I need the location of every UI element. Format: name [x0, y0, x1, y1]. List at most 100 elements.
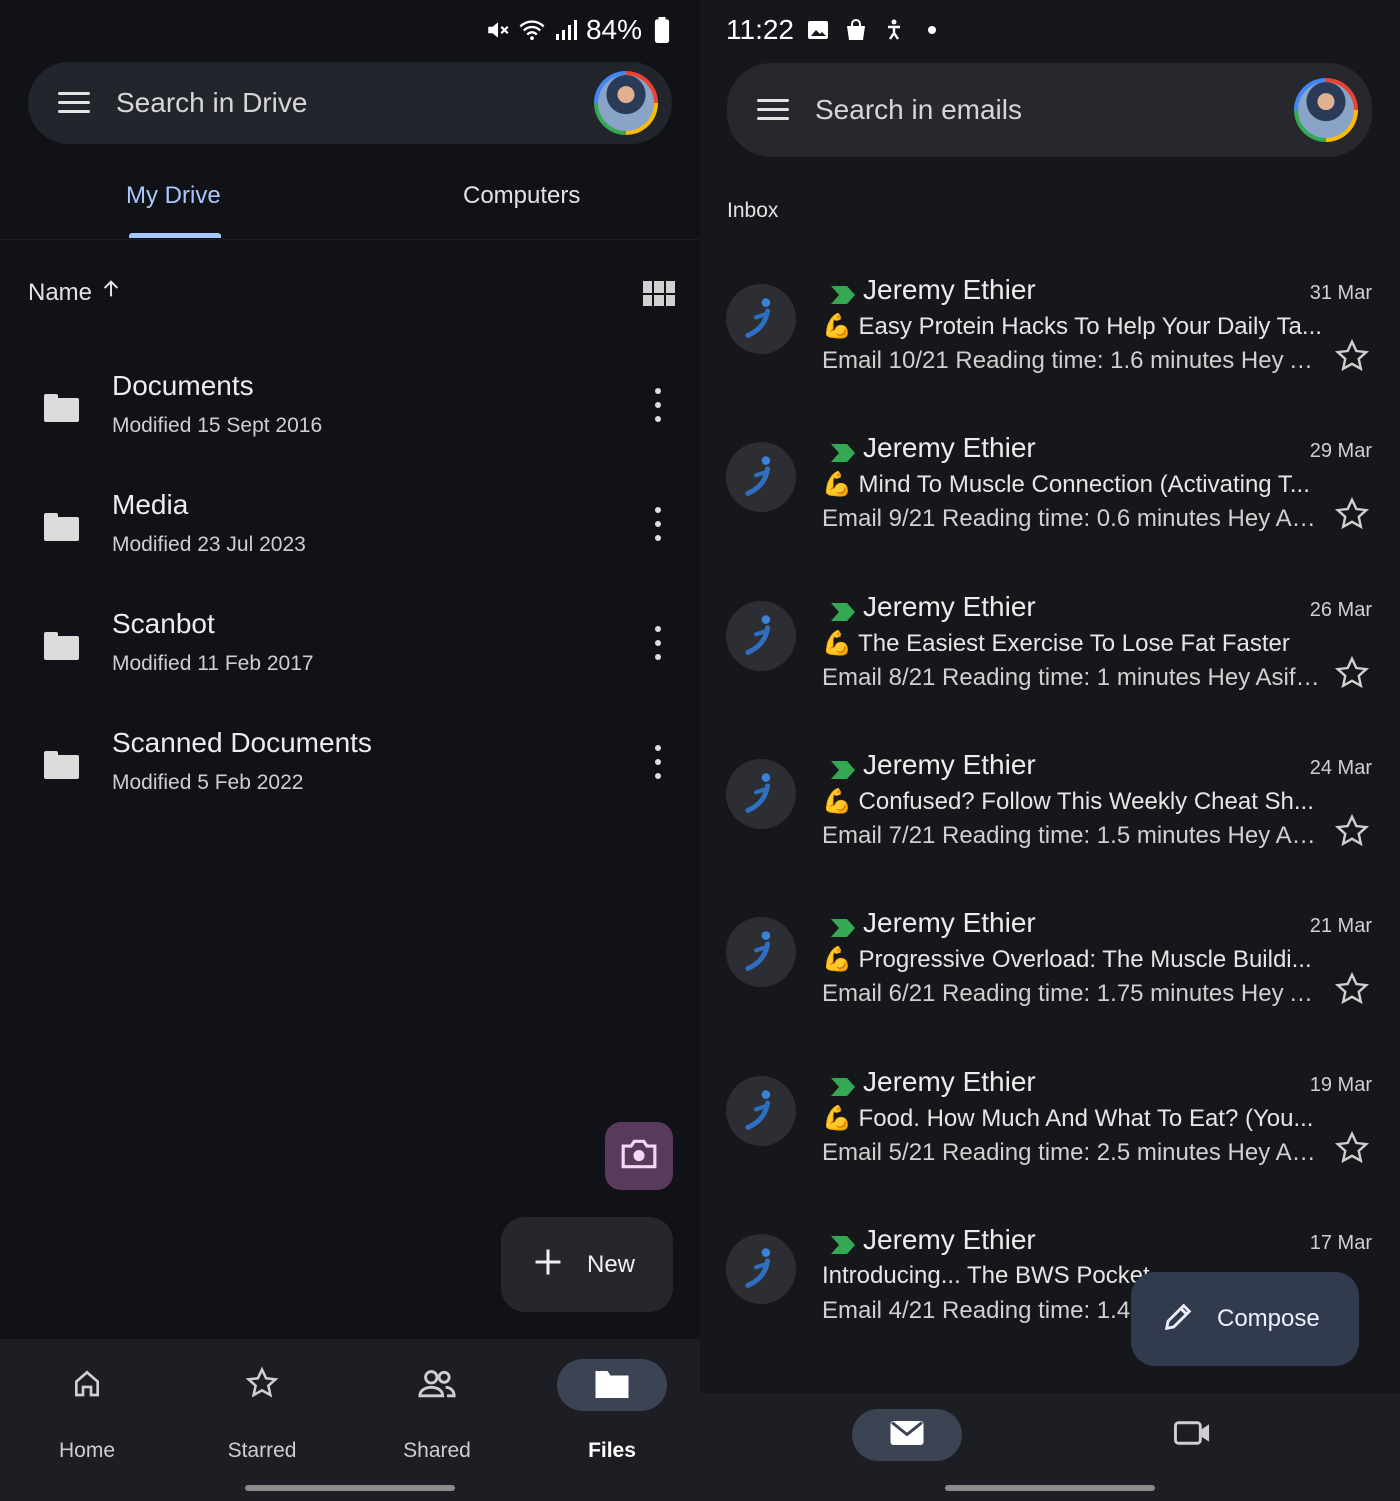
search-input[interactable]: Search in emails [815, 94, 1294, 126]
email-snippet: Email 7/21 Reading time: 1.5 minutes Hey… [822, 822, 1322, 849]
sender-avatar [726, 284, 796, 354]
email-sender: Jeremy Ethier [863, 907, 1036, 938]
sender-avatar [726, 1234, 796, 1304]
important-marker-icon[interactable] [830, 760, 856, 780]
folder-icon [44, 394, 79, 422]
nav-starred[interactable]: Starred [207, 1359, 317, 1463]
scan-camera-button[interactable] [605, 1122, 673, 1190]
important-marker-icon[interactable] [830, 443, 856, 463]
email-subject: 💪 Progressive Overload: The Muscle Build… [822, 946, 1312, 973]
sort-button[interactable]: Name [28, 278, 122, 307]
sender-avatar [726, 917, 796, 987]
nav-meet[interactable] [1138, 1409, 1248, 1461]
email-subject: 💪 Mind To Muscle Connection (Activating … [822, 471, 1310, 498]
email-sender: Jeremy Ethier [863, 432, 1036, 463]
image-icon [804, 16, 832, 44]
important-marker-icon[interactable] [830, 918, 856, 938]
email-subject: 💪 The Easiest Exercise To Lose Fat Faste… [822, 630, 1290, 657]
star-icon[interactable] [1334, 971, 1370, 1007]
file-name: Documents [112, 370, 254, 401]
bottom-navigation: Home Starred Shared Files [0, 1339, 700, 1501]
file-modified: Modified 11 Feb 2017 [112, 652, 314, 675]
file-name: Scanbot [112, 608, 215, 639]
file-row[interactable]: Media Modified 23 Jul 2023 [0, 489, 700, 589]
more-options-icon[interactable] [648, 388, 668, 422]
drive-search-bar[interactable]: Search in Drive [28, 62, 672, 144]
email-date: 26 Mar [1309, 599, 1372, 621]
sender-avatar [726, 759, 796, 829]
email-snippet: Email 10/21 Reading time: 1.6 minutes He… [822, 347, 1322, 374]
email-date: 21 Mar [1309, 915, 1372, 937]
gmail-search-bar[interactable]: Search in emails [727, 63, 1372, 157]
star-icon [245, 1366, 279, 1405]
nav-label: Shared [403, 1439, 471, 1462]
nav-home[interactable]: Home [32, 1359, 142, 1463]
important-marker-icon[interactable] [830, 602, 856, 622]
email-subject: 💪 Confused? Follow This Weekly Cheat Sh.… [822, 788, 1314, 815]
notification-dot-icon [918, 16, 946, 44]
inbox-label: Inbox [727, 199, 779, 222]
signal-icon [552, 16, 580, 44]
nav-label: Starred [227, 1439, 297, 1462]
email-snippet: Email 5/21 Reading time: 2.5 minutes Hey… [822, 1139, 1322, 1166]
status-bar: 84% [0, 0, 700, 62]
email-row[interactable]: Jeremy Ethier 19 Mar 💪 Food. How Much And … [700, 1064, 1400, 1222]
file-modified: Modified 15 Sept 2016 [112, 414, 323, 437]
drive-app: 84% Search in Drive My Drive Computers N… [0, 0, 700, 1501]
more-options-icon[interactable] [648, 626, 668, 660]
compose-button[interactable]: Compose [1131, 1272, 1359, 1366]
nav-files[interactable]: Files [557, 1359, 667, 1463]
sender-avatar [726, 1076, 796, 1146]
folder-icon [44, 513, 79, 541]
clock: 11:22 [726, 14, 794, 45]
account-avatar[interactable] [594, 71, 658, 135]
new-button[interactable]: New [501, 1217, 673, 1312]
video-camera-icon [1174, 1419, 1212, 1452]
email-sender: Jeremy Ethier [863, 1224, 1036, 1255]
camera-icon [620, 1138, 658, 1175]
tab-indicator [129, 233, 221, 238]
more-options-icon[interactable] [648, 745, 668, 779]
folder-icon [44, 751, 79, 779]
important-marker-icon[interactable] [830, 1235, 856, 1255]
sender-avatar [726, 442, 796, 512]
star-icon[interactable] [1334, 338, 1370, 374]
email-subject: 💪 Easy Protein Hacks To Help Your Daily … [822, 313, 1322, 340]
tab-my-drive[interactable]: My Drive [126, 182, 221, 210]
drive-tabs: My Drive Computers [0, 160, 700, 240]
more-options-icon[interactable] [648, 507, 668, 541]
account-avatar[interactable] [1294, 78, 1358, 142]
file-modified: Modified 23 Jul 2023 [112, 533, 306, 556]
email-row[interactable]: Jeremy Ethier 26 Mar 💪 The Easiest Exercis… [700, 589, 1400, 747]
star-icon[interactable] [1334, 496, 1370, 532]
email-row[interactable]: Jeremy Ethier 29 Mar 💪 Mind To Muscle Conn… [700, 430, 1400, 588]
menu-icon[interactable] [58, 92, 90, 114]
important-marker-icon[interactable] [830, 1077, 856, 1097]
tab-computers[interactable]: Computers [463, 182, 580, 210]
grid-view-icon[interactable] [643, 281, 675, 306]
nav-shared[interactable]: Shared [382, 1359, 492, 1463]
wifi-icon [518, 16, 546, 44]
star-icon[interactable] [1334, 655, 1370, 691]
nav-mail[interactable] [852, 1409, 962, 1461]
email-row[interactable]: Jeremy Ethier 21 Mar 💪 Progressive Overloa… [700, 905, 1400, 1063]
arrow-up-icon [100, 278, 122, 307]
star-icon[interactable] [1334, 1130, 1370, 1166]
email-row[interactable]: Jeremy Ethier 31 Mar 💪 Easy Protein Hacks … [700, 272, 1400, 430]
important-marker-icon[interactable] [830, 285, 856, 305]
star-icon[interactable] [1334, 813, 1370, 849]
email-row[interactable]: Jeremy Ethier 24 Mar 💪 Confused? Follow Th… [700, 747, 1400, 905]
email-sender: Jeremy Ethier [863, 591, 1036, 622]
file-row[interactable]: Scanbot Modified 11 Feb 2017 [0, 608, 700, 708]
people-icon [417, 1367, 457, 1404]
bottom-navigation [700, 1393, 1400, 1501]
file-modified: Modified 5 Feb 2022 [112, 771, 304, 794]
file-row[interactable]: Documents Modified 15 Sept 2016 [0, 370, 700, 470]
search-input[interactable]: Search in Drive [116, 87, 594, 119]
file-row[interactable]: Scanned Documents Modified 5 Feb 2022 [0, 727, 700, 827]
sender-avatar [726, 601, 796, 671]
menu-icon[interactable] [757, 99, 789, 121]
email-subject: 💪 Food. How Much And What To Eat? (You..… [822, 1105, 1314, 1132]
email-sender: Jeremy Ethier [863, 274, 1036, 305]
compose-label: Compose [1217, 1305, 1320, 1332]
